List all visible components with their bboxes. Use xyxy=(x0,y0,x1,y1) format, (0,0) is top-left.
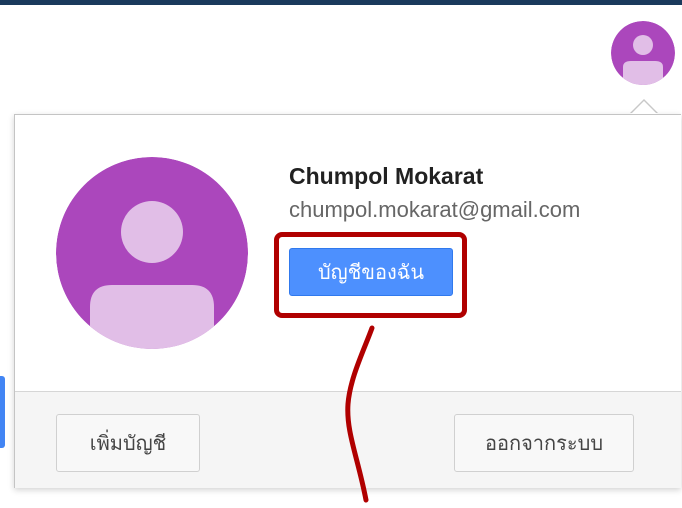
person-avatar-icon xyxy=(611,21,675,85)
person-avatar-icon xyxy=(56,157,248,349)
account-name: Chumpol Mokarat xyxy=(289,163,484,189)
popup-footer: เพิ่มบัญชี ออกจากระบบ xyxy=(15,391,681,488)
popup-body: Chumpol Mokarat chumpol.mokarat@gmail.co… xyxy=(15,115,681,391)
my-account-button[interactable]: บัญชีของฉัน xyxy=(289,248,453,296)
sign-out-button[interactable]: ออกจากระบบ xyxy=(454,414,634,472)
popup-caret xyxy=(631,101,657,114)
account-avatar-large xyxy=(56,157,248,349)
account-avatar-button[interactable] xyxy=(611,21,675,85)
top-bar xyxy=(0,0,682,5)
account-email: chumpol.mokarat@gmail.com xyxy=(289,197,581,222)
add-account-button[interactable]: เพิ่มบัญชี xyxy=(56,414,200,472)
background-button-edge xyxy=(0,376,5,448)
account-popup: Chumpol Mokarat chumpol.mokarat@gmail.co… xyxy=(14,114,681,488)
